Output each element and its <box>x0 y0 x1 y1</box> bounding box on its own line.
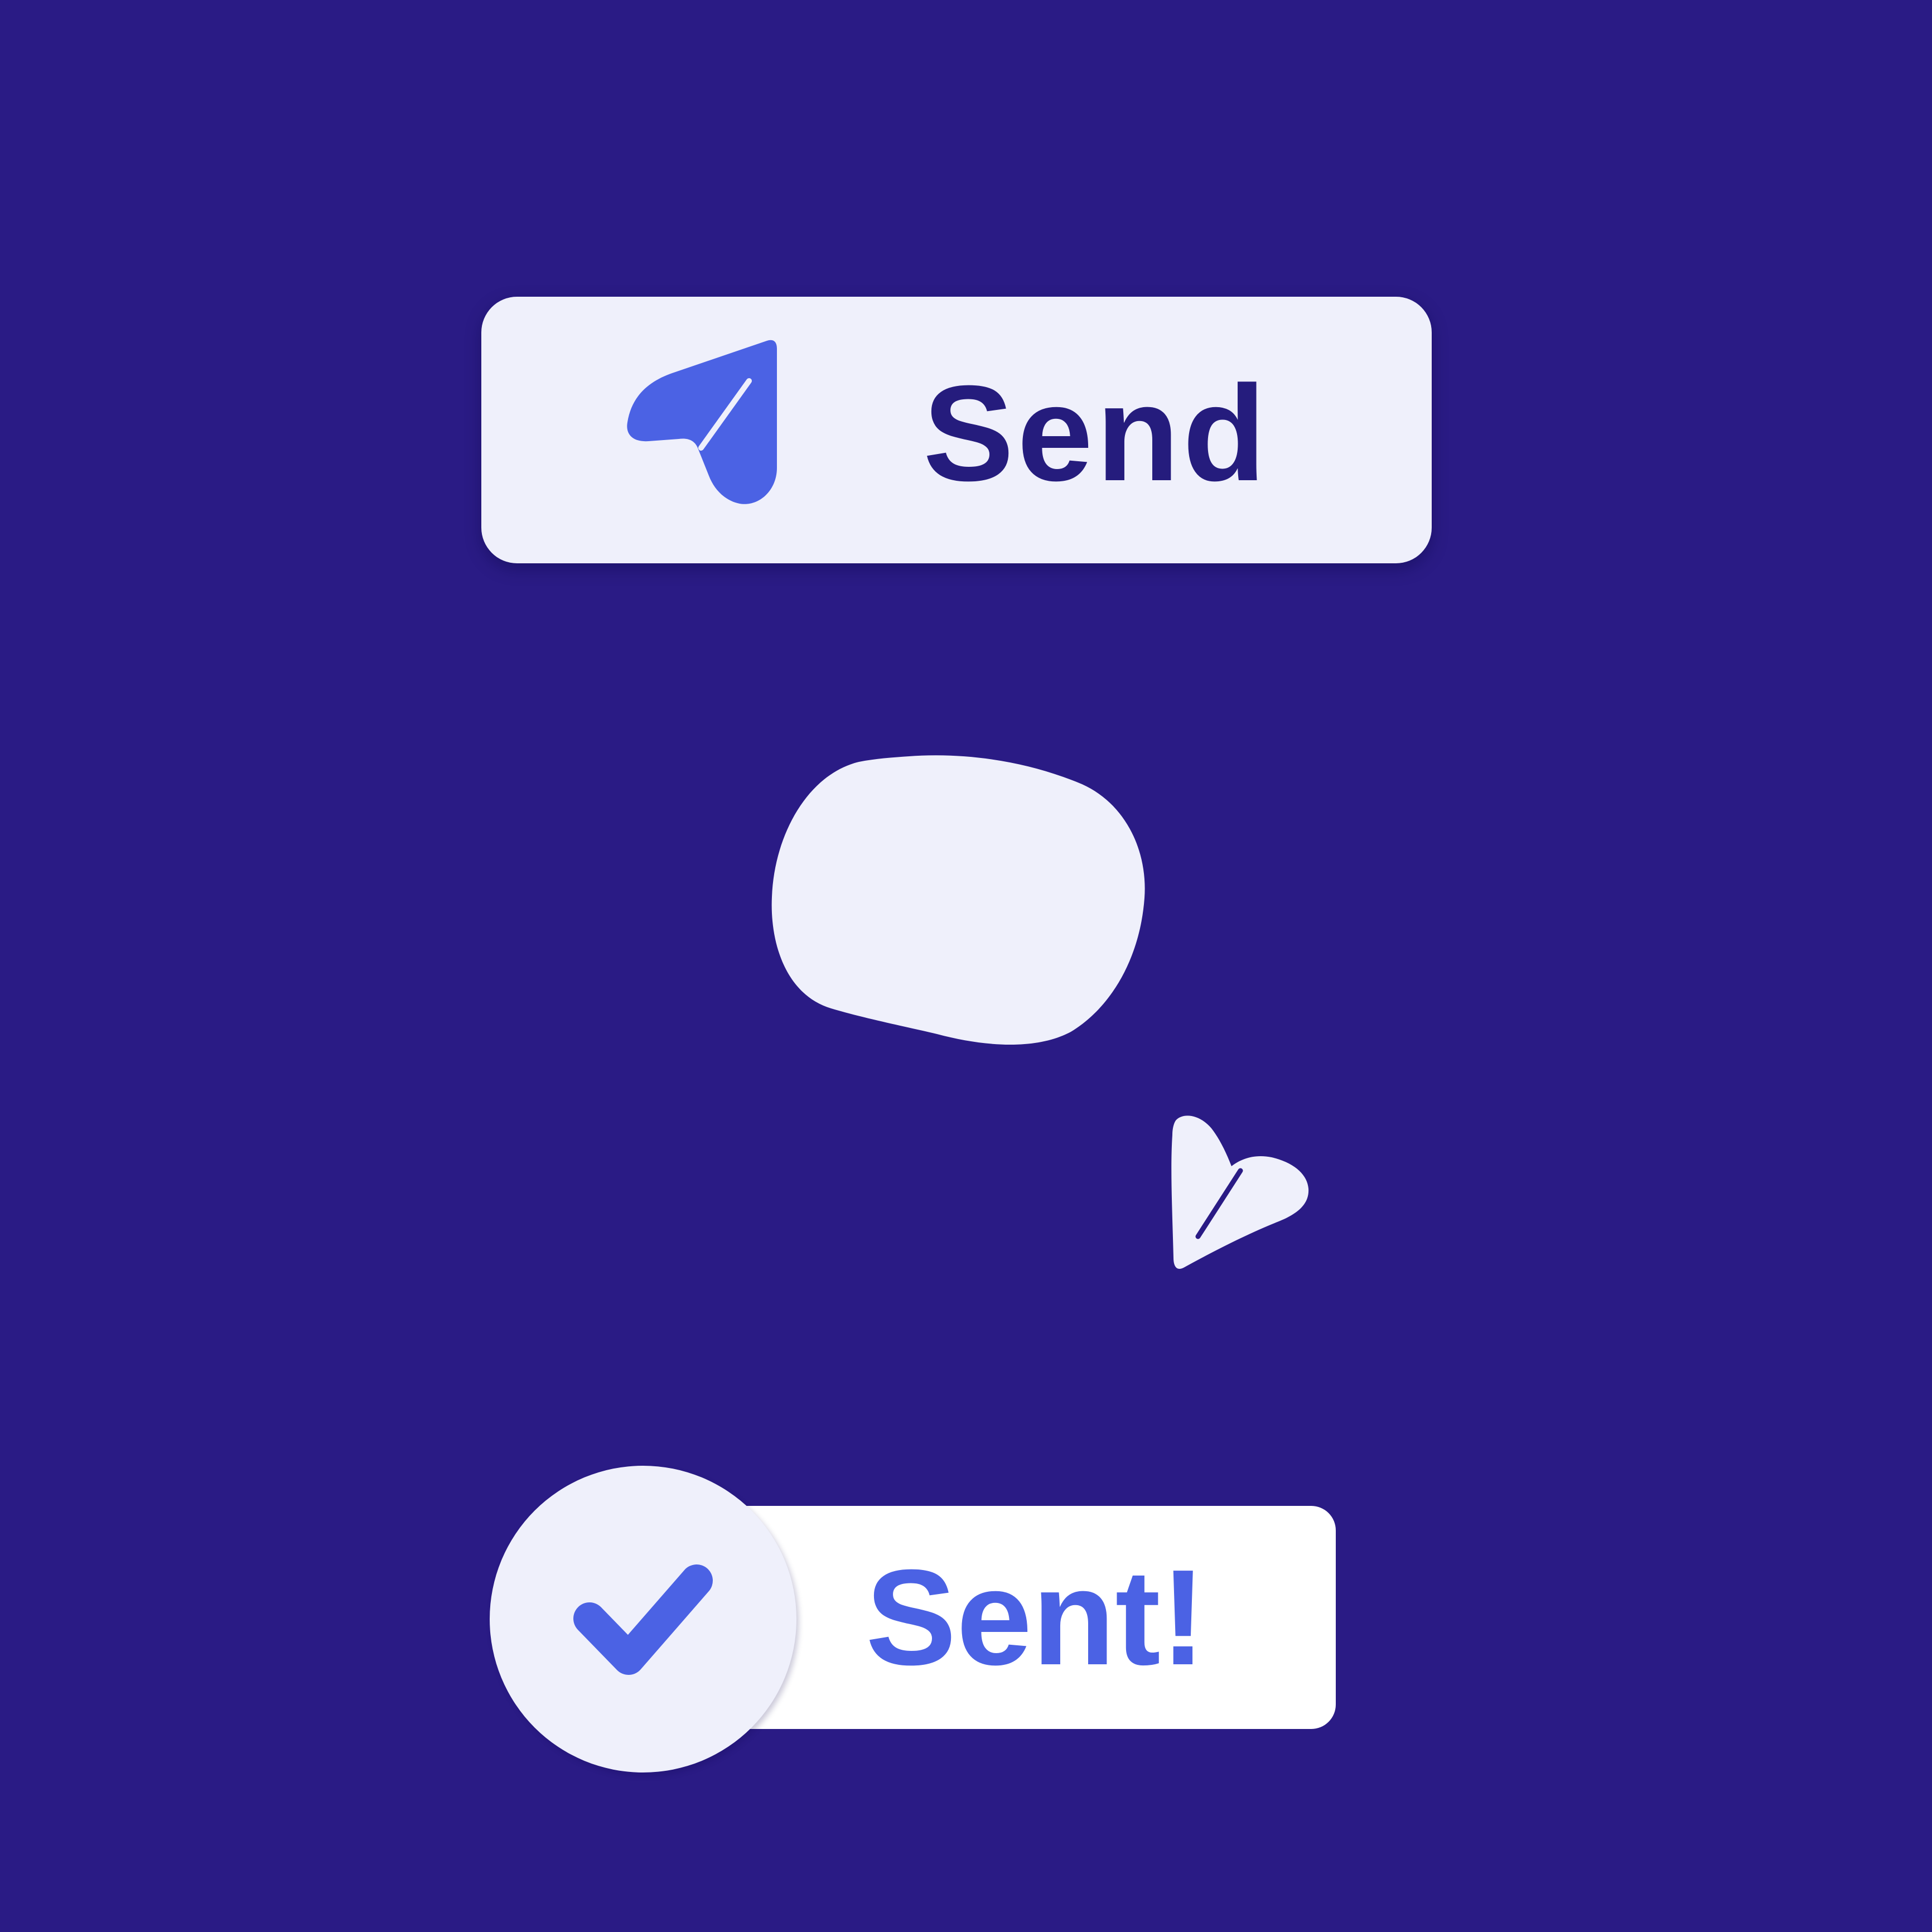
paper-plane-icon <box>1171 1115 1309 1269</box>
check-badge <box>490 1466 796 1772</box>
sent-label: Sent! <box>866 1541 1206 1693</box>
send-button[interactable]: Send <box>481 297 1432 563</box>
paper-plane-icon <box>627 340 777 504</box>
send-label: Send <box>923 357 1269 509</box>
morph-blob <box>771 755 1145 1045</box>
checkmark-icon <box>573 1564 713 1675</box>
